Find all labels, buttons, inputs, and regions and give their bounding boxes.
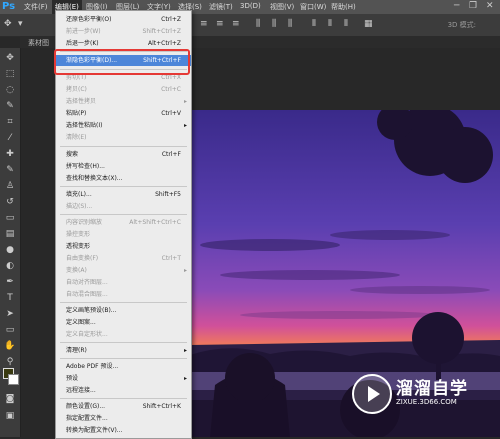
distribute-left-icon[interactable]: ⦀ (312, 19, 316, 29)
chevron-down-icon[interactable]: ▾ (18, 19, 23, 29)
distribute-bottom-icon[interactable]: ⫼ (288, 19, 292, 29)
menu-item-stroke: 描边(S)... (66, 203, 93, 210)
menu-item-transform: 变换(A) ▸ (66, 267, 187, 274)
distribute-middle-icon[interactable]: ⫼ (272, 19, 276, 29)
menu-separator (60, 214, 187, 215)
submenu-arrow-icon: ▸ (183, 347, 187, 354)
align-left-icon[interactable]: ≡ (200, 19, 208, 29)
submenu-arrow-icon: ▸ (183, 375, 187, 382)
play-logo-icon (352, 374, 392, 414)
menu-item-copy-special: 选择性拷贝 ▸ (66, 98, 187, 105)
healing-brush-tool-icon[interactable]: ✚ (4, 148, 16, 160)
menu-item-step-forward: 前进一步(W) Shift+Ctrl+Z (66, 28, 181, 35)
menu-separator (60, 398, 187, 399)
submenu-arrow-icon: ▸ (183, 98, 187, 105)
align-right-icon[interactable]: ≡ (232, 19, 240, 29)
gradient-tool-icon[interactable]: ▤ (4, 228, 16, 240)
menu-item-spell-check[interactable]: 拼写检查(H)... (56, 161, 191, 172)
type-tool-icon[interactable]: T (4, 292, 16, 304)
menu-item-define-custom-shape: 定义自定形状... (66, 331, 108, 338)
distribute-right-icon[interactable]: ⦀ (344, 19, 348, 29)
menu-separator (60, 186, 187, 187)
blur-tool-icon[interactable]: ● (4, 244, 16, 256)
eraser-tool-icon[interactable]: ▭ (4, 212, 16, 224)
eyedropper-tool-icon[interactable]: ⁄ (4, 132, 16, 144)
menu-item-color-settings[interactable]: 颜色设置(G)... Shift+Ctrl+K (56, 401, 191, 412)
menu-item-find-replace[interactable]: 查找和替换文本(X)... (56, 173, 191, 184)
hand-tool-icon[interactable]: ✋ (4, 340, 16, 352)
minimize-icon[interactable]: ─ (454, 1, 459, 11)
menu-item-undo-color-balance[interactable]: 还原色彩平衡(O) Ctrl+Z (56, 14, 191, 25)
3d-mode-label: 3D 模式: (447, 21, 476, 29)
menu-file[interactable]: 文件(F) (24, 2, 48, 12)
path-selection-tool-icon[interactable]: ➤ (4, 308, 16, 320)
watermark-url: ZIXUE.3D66.COM (396, 398, 457, 406)
menu-item-define-brush[interactable]: 定义画笔预设(B)... (56, 305, 191, 316)
watermark-title: 溜溜自学 (396, 379, 468, 399)
distribute-center-icon[interactable]: ⦀ (328, 19, 332, 29)
menu-item-free-transform: 自由变换(F) Ctrl+T (66, 255, 181, 262)
crop-tool-icon[interactable]: ⌗ (4, 116, 16, 128)
align-center-icon[interactable]: ≡ (216, 19, 224, 29)
watermark: 溜溜自学 ZIXUE.3D66.COM (352, 372, 497, 414)
menu-view[interactable]: 视图(V) (270, 2, 294, 12)
restore-icon[interactable]: ❐ (469, 1, 477, 11)
distribute-top-icon[interactable]: ⫼ (256, 19, 260, 29)
clone-stamp-tool-icon[interactable]: ♙ (4, 180, 16, 192)
menu-item-step-backward[interactable]: 后退一步(K) Alt+Ctrl+Z (56, 38, 191, 49)
tools-panel: ✥ ⬚ ◌ ✎ ⌗ ⁄ ✚ ✎ ♙ ↺ ▭ ▤ ● ◐ ✒ T ➤ ▭ ✋ ⚲ … (0, 48, 21, 437)
history-brush-tool-icon[interactable]: ↺ (4, 196, 16, 208)
menu-item-copy: 拷贝(C) Ctrl+C (66, 86, 181, 93)
menu-item-perspective-warp[interactable]: 透视变形 (56, 241, 191, 252)
menu-item-paste[interactable]: 粘贴(P) Ctrl+V (56, 108, 191, 119)
submenu-arrow-icon: ▸ (183, 267, 187, 274)
menu-item-search[interactable]: 搜索 Ctrl+F (56, 149, 191, 160)
menu-item-remote-connections[interactable]: 远程连接... (56, 385, 191, 396)
zoom-tool-icon[interactable]: ⚲ (4, 356, 16, 368)
rectangle-tool-icon[interactable]: ▭ (4, 324, 16, 336)
menu-separator (60, 146, 187, 147)
lasso-tool-icon[interactable]: ◌ (4, 84, 16, 96)
menu-filter[interactable]: 滤镜(T) (209, 2, 233, 12)
menu-item-assign-profile[interactable]: 指定配置文件... (56, 413, 191, 424)
menu-item-fill[interactable]: 填充(L)... Shift+F5 (56, 189, 191, 200)
menu-separator (60, 342, 187, 343)
pen-tool-icon[interactable]: ✒ (4, 276, 16, 288)
auto-align-icon[interactable]: ▦ (364, 19, 373, 29)
document-tab[interactable]: 素材图 (28, 38, 49, 48)
marquee-tool-icon[interactable]: ⬚ (4, 68, 16, 80)
move-tool-icon[interactable]: ✥ (4, 19, 12, 29)
menu-item-puppet-warp: 操控变形 (66, 231, 91, 238)
menu-separator (60, 302, 187, 303)
quick-select-tool-icon[interactable]: ✎ (4, 100, 16, 112)
screen-mode-icon[interactable]: ▣ (4, 410, 16, 422)
brush-tool-icon[interactable]: ✎ (4, 164, 16, 176)
menu-item-auto-blend-layers: 自动混合图层... (66, 291, 108, 298)
quick-mask-icon[interactable]: ◙ (4, 393, 16, 405)
submenu-arrow-icon: ▸ (183, 122, 187, 129)
move-tool-icon[interactable]: ✥ (4, 52, 16, 64)
menu-help[interactable]: 帮助(H) (331, 2, 356, 12)
menu-3d[interactable]: 3D(D) (240, 2, 261, 10)
close-icon[interactable]: ✕ (486, 1, 494, 11)
menu-item-convert-to-profile[interactable]: 转换为配置文件(V)... (56, 425, 191, 436)
menu-item-adobe-pdf-presets[interactable]: Adobe PDF 预设... (56, 361, 191, 372)
highlight-annotation-box (54, 49, 190, 75)
menu-item-content-aware-scale: 内容识别缩放 Alt+Shift+Ctrl+C (66, 219, 181, 226)
menu-separator (60, 358, 187, 359)
menu-item-clear: 清除(E) (66, 134, 87, 141)
menu-item-purge[interactable]: 清理(R) ▸ (56, 345, 191, 356)
background-color-swatch[interactable] (8, 374, 19, 385)
dodge-tool-icon[interactable]: ◐ (4, 260, 16, 272)
photoshop-logo: Ps (2, 1, 16, 12)
menu-item-paste-special[interactable]: 选择性粘贴(I) ▸ (56, 120, 191, 131)
menu-item-auto-align-layers: 自动对齐图层... (66, 279, 108, 286)
menu-item-presets[interactable]: 预设 ▸ (56, 373, 191, 384)
menu-item-define-pattern[interactable]: 定义图案... (56, 317, 191, 328)
menu-window[interactable]: 窗口(W) (300, 2, 326, 12)
